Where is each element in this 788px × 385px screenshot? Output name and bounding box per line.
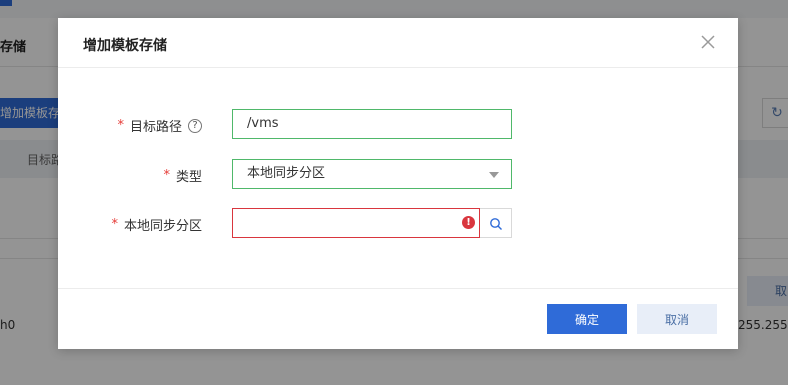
close-icon[interactable] [696, 30, 720, 54]
search-icon [490, 218, 502, 230]
required-mark: * [163, 168, 170, 183]
form-row-local-sync-partition: * 本地同步分区 ! [58, 208, 738, 238]
error-icon: ! [462, 216, 475, 229]
required-mark: * [111, 217, 118, 232]
local-sync-partition-input[interactable] [232, 208, 480, 238]
required-mark: * [117, 118, 124, 133]
type-label-text: 类型 [175, 170, 202, 185]
dialog-header: 增加模板存储 [58, 18, 738, 68]
help-icon[interactable]: ? [188, 118, 202, 133]
type-select[interactable]: 本地同步分区 [232, 159, 512, 189]
target-path-label: * 目标路径 ? [117, 116, 202, 135]
chevron-down-icon [489, 172, 499, 178]
type-label: * 类型 [163, 166, 202, 185]
form-row-type: * 类型 本地同步分区 [58, 159, 738, 189]
search-button[interactable] [480, 208, 512, 238]
ok-button[interactable]: 确定 [547, 304, 627, 334]
dialog-footer: 确定 取消 [58, 288, 738, 349]
cancel-button[interactable]: 取消 [637, 304, 717, 334]
dialog-title: 增加模板存储 [83, 38, 167, 54]
add-template-storage-dialog: 增加模板存储 * 目标路径 ? /vms * 类型 本地同步分区 * 本地同步分… [58, 18, 738, 349]
form-row-target-path: * 目标路径 ? /vms [58, 109, 738, 139]
target-path-input[interactable]: /vms [232, 109, 512, 139]
local-sync-partition-label-text: 本地同步分区 [123, 219, 202, 234]
type-selected-value: 本地同步分区 [247, 166, 326, 181]
target-path-label-text: 目标路径 [129, 120, 182, 135]
local-sync-partition-label: * 本地同步分区 [111, 215, 202, 234]
